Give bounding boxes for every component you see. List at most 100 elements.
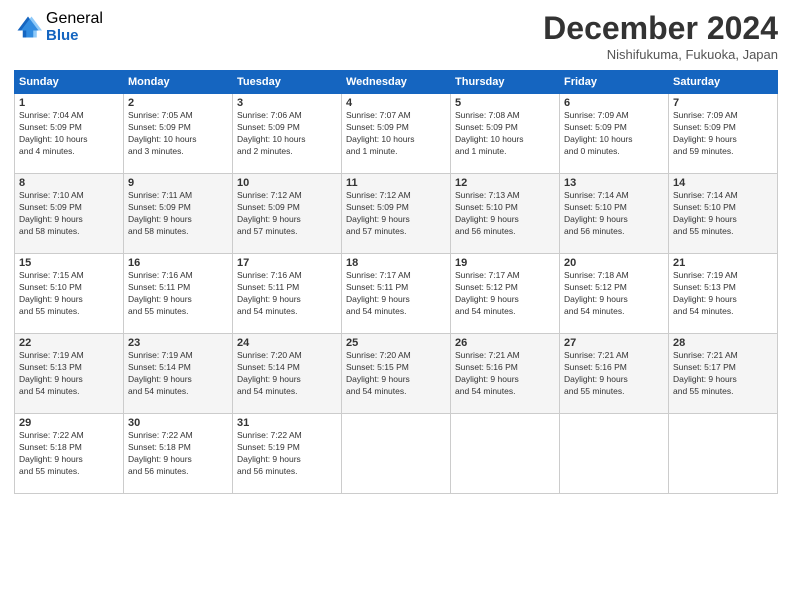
day-info: Sunrise: 7:08 AMSunset: 5:09 PMDaylight:…	[455, 110, 555, 158]
day-info: Sunrise: 7:12 AMSunset: 5:09 PMDaylight:…	[346, 190, 446, 238]
calendar-cell	[451, 414, 560, 494]
day-info: Sunrise: 7:07 AMSunset: 5:09 PMDaylight:…	[346, 110, 446, 158]
day-number: 28	[673, 337, 773, 349]
calendar-cell	[560, 414, 669, 494]
calendar-cell: 29Sunrise: 7:22 AMSunset: 5:18 PMDayligh…	[15, 414, 124, 494]
day-info: Sunrise: 7:14 AMSunset: 5:10 PMDaylight:…	[564, 190, 664, 238]
calendar-cell: 11Sunrise: 7:12 AMSunset: 5:09 PMDayligh…	[342, 174, 451, 254]
day-info: Sunrise: 7:21 AMSunset: 5:17 PMDaylight:…	[673, 350, 773, 398]
logo-text: General Blue	[46, 10, 103, 44]
calendar-cell: 26Sunrise: 7:21 AMSunset: 5:16 PMDayligh…	[451, 334, 560, 414]
day-info: Sunrise: 7:19 AMSunset: 5:13 PMDaylight:…	[19, 350, 119, 398]
calendar-cell: 14Sunrise: 7:14 AMSunset: 5:10 PMDayligh…	[669, 174, 778, 254]
logo-general: General	[46, 10, 103, 28]
calendar-cell: 31Sunrise: 7:22 AMSunset: 5:19 PMDayligh…	[233, 414, 342, 494]
col-header-sunday: Sunday	[15, 71, 124, 94]
calendar-cell: 12Sunrise: 7:13 AMSunset: 5:10 PMDayligh…	[451, 174, 560, 254]
day-info: Sunrise: 7:16 AMSunset: 5:11 PMDaylight:…	[128, 270, 228, 318]
day-info: Sunrise: 7:12 AMSunset: 5:09 PMDaylight:…	[237, 190, 337, 238]
day-info: Sunrise: 7:09 AMSunset: 5:09 PMDaylight:…	[564, 110, 664, 158]
calendar-cell: 8Sunrise: 7:10 AMSunset: 5:09 PMDaylight…	[15, 174, 124, 254]
day-info: Sunrise: 7:15 AMSunset: 5:10 PMDaylight:…	[19, 270, 119, 318]
location: Nishifukuma, Fukuoka, Japan	[543, 47, 778, 62]
col-header-saturday: Saturday	[669, 71, 778, 94]
day-number: 2	[128, 97, 228, 109]
calendar-cell: 28Sunrise: 7:21 AMSunset: 5:17 PMDayligh…	[669, 334, 778, 414]
day-info: Sunrise: 7:21 AMSunset: 5:16 PMDaylight:…	[564, 350, 664, 398]
day-number: 17	[237, 257, 337, 269]
calendar-cell: 4Sunrise: 7:07 AMSunset: 5:09 PMDaylight…	[342, 94, 451, 174]
day-number: 29	[19, 417, 119, 429]
logo: General Blue	[14, 10, 103, 44]
week-row-2: 8Sunrise: 7:10 AMSunset: 5:09 PMDaylight…	[15, 174, 778, 254]
day-number: 4	[346, 97, 446, 109]
day-info: Sunrise: 7:17 AMSunset: 5:11 PMDaylight:…	[346, 270, 446, 318]
logo-blue: Blue	[46, 28, 103, 45]
calendar-cell: 24Sunrise: 7:20 AMSunset: 5:14 PMDayligh…	[233, 334, 342, 414]
calendar-cell: 27Sunrise: 7:21 AMSunset: 5:16 PMDayligh…	[560, 334, 669, 414]
calendar-cell: 3Sunrise: 7:06 AMSunset: 5:09 PMDaylight…	[233, 94, 342, 174]
calendar-cell: 19Sunrise: 7:17 AMSunset: 5:12 PMDayligh…	[451, 254, 560, 334]
day-number: 23	[128, 337, 228, 349]
day-number: 14	[673, 177, 773, 189]
calendar-cell	[669, 414, 778, 494]
calendar-cell: 21Sunrise: 7:19 AMSunset: 5:13 PMDayligh…	[669, 254, 778, 334]
day-number: 1	[19, 97, 119, 109]
calendar-cell: 16Sunrise: 7:16 AMSunset: 5:11 PMDayligh…	[124, 254, 233, 334]
day-info: Sunrise: 7:17 AMSunset: 5:12 PMDaylight:…	[455, 270, 555, 318]
day-number: 25	[346, 337, 446, 349]
day-info: Sunrise: 7:06 AMSunset: 5:09 PMDaylight:…	[237, 110, 337, 158]
day-info: Sunrise: 7:21 AMSunset: 5:16 PMDaylight:…	[455, 350, 555, 398]
week-row-1: 1Sunrise: 7:04 AMSunset: 5:09 PMDaylight…	[15, 94, 778, 174]
calendar-cell: 10Sunrise: 7:12 AMSunset: 5:09 PMDayligh…	[233, 174, 342, 254]
col-header-wednesday: Wednesday	[342, 71, 451, 94]
day-info: Sunrise: 7:09 AMSunset: 5:09 PMDaylight:…	[673, 110, 773, 158]
day-number: 20	[564, 257, 664, 269]
week-row-5: 29Sunrise: 7:22 AMSunset: 5:18 PMDayligh…	[15, 414, 778, 494]
day-info: Sunrise: 7:04 AMSunset: 5:09 PMDaylight:…	[19, 110, 119, 158]
calendar-cell: 25Sunrise: 7:20 AMSunset: 5:15 PMDayligh…	[342, 334, 451, 414]
calendar-cell: 15Sunrise: 7:15 AMSunset: 5:10 PMDayligh…	[15, 254, 124, 334]
day-number: 27	[564, 337, 664, 349]
col-header-thursday: Thursday	[451, 71, 560, 94]
day-info: Sunrise: 7:13 AMSunset: 5:10 PMDaylight:…	[455, 190, 555, 238]
day-number: 21	[673, 257, 773, 269]
day-number: 13	[564, 177, 664, 189]
calendar-cell: 18Sunrise: 7:17 AMSunset: 5:11 PMDayligh…	[342, 254, 451, 334]
calendar-cell: 30Sunrise: 7:22 AMSunset: 5:18 PMDayligh…	[124, 414, 233, 494]
day-number: 10	[237, 177, 337, 189]
calendar-cell: 23Sunrise: 7:19 AMSunset: 5:14 PMDayligh…	[124, 334, 233, 414]
calendar-cell: 9Sunrise: 7:11 AMSunset: 5:09 PMDaylight…	[124, 174, 233, 254]
week-row-4: 22Sunrise: 7:19 AMSunset: 5:13 PMDayligh…	[15, 334, 778, 414]
day-number: 16	[128, 257, 228, 269]
day-info: Sunrise: 7:16 AMSunset: 5:11 PMDaylight:…	[237, 270, 337, 318]
day-number: 22	[19, 337, 119, 349]
col-header-monday: Monday	[124, 71, 233, 94]
day-info: Sunrise: 7:10 AMSunset: 5:09 PMDaylight:…	[19, 190, 119, 238]
day-info: Sunrise: 7:22 AMSunset: 5:18 PMDaylight:…	[128, 430, 228, 478]
day-number: 7	[673, 97, 773, 109]
calendar-cell: 20Sunrise: 7:18 AMSunset: 5:12 PMDayligh…	[560, 254, 669, 334]
day-number: 8	[19, 177, 119, 189]
calendar-cell: 22Sunrise: 7:19 AMSunset: 5:13 PMDayligh…	[15, 334, 124, 414]
day-number: 30	[128, 417, 228, 429]
day-info: Sunrise: 7:22 AMSunset: 5:19 PMDaylight:…	[237, 430, 337, 478]
logo-icon	[14, 13, 42, 41]
calendar-cell: 2Sunrise: 7:05 AMSunset: 5:09 PMDaylight…	[124, 94, 233, 174]
day-number: 26	[455, 337, 555, 349]
day-info: Sunrise: 7:22 AMSunset: 5:18 PMDaylight:…	[19, 430, 119, 478]
col-header-friday: Friday	[560, 71, 669, 94]
week-row-3: 15Sunrise: 7:15 AMSunset: 5:10 PMDayligh…	[15, 254, 778, 334]
day-number: 5	[455, 97, 555, 109]
calendar-table: SundayMondayTuesdayWednesdayThursdayFrid…	[14, 70, 778, 494]
day-number: 3	[237, 97, 337, 109]
day-number: 6	[564, 97, 664, 109]
calendar-cell: 13Sunrise: 7:14 AMSunset: 5:10 PMDayligh…	[560, 174, 669, 254]
day-number: 18	[346, 257, 446, 269]
page: General Blue December 2024 Nishifukuma, …	[0, 0, 792, 612]
calendar-cell: 17Sunrise: 7:16 AMSunset: 5:11 PMDayligh…	[233, 254, 342, 334]
calendar-cell: 1Sunrise: 7:04 AMSunset: 5:09 PMDaylight…	[15, 94, 124, 174]
day-info: Sunrise: 7:20 AMSunset: 5:15 PMDaylight:…	[346, 350, 446, 398]
day-number: 12	[455, 177, 555, 189]
day-number: 9	[128, 177, 228, 189]
